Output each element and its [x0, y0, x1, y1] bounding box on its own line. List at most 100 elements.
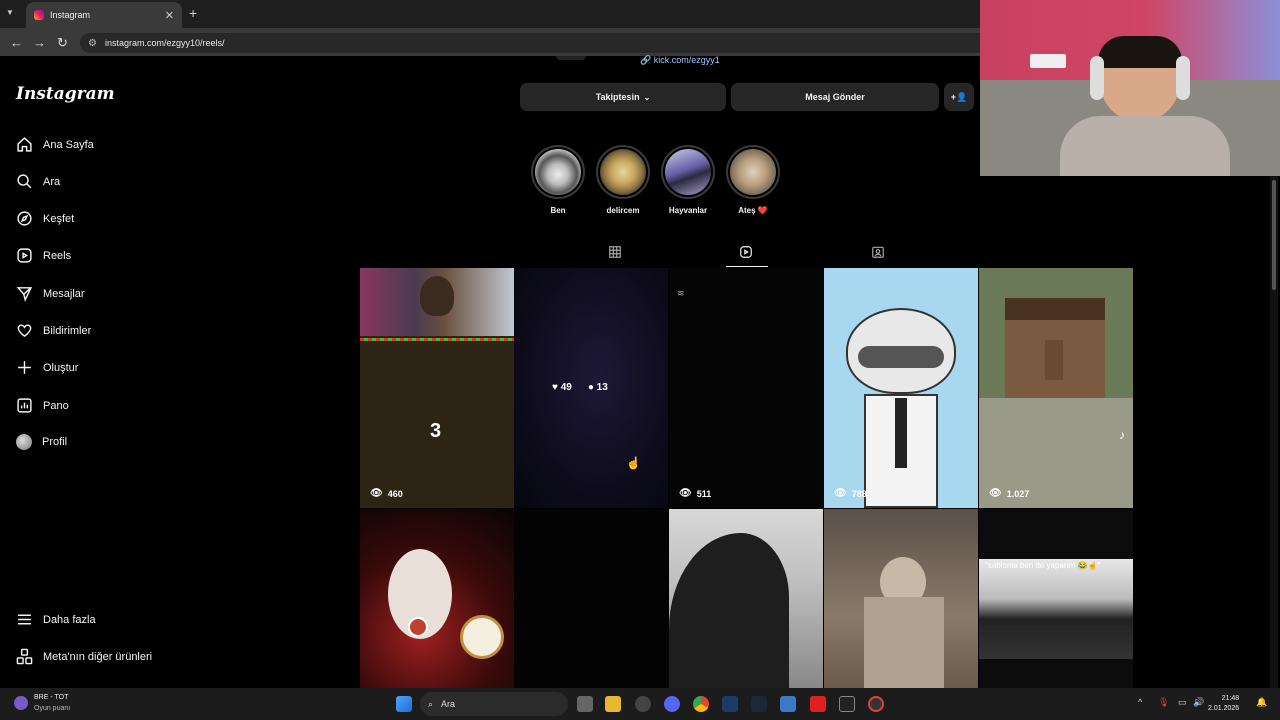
sidebar-item-home[interactable]: Ana Sayfa — [16, 136, 94, 153]
sidebar-item-meta-apps[interactable]: Meta'nın diğer ürünleri — [16, 648, 152, 665]
microphone-icon[interactable]: 🎙 — [1158, 697, 1169, 708]
villager-hair — [1005, 298, 1105, 320]
sidebar-item-reels[interactable]: Reels — [16, 247, 71, 264]
message-label: Mesaj Gönder — [805, 92, 865, 102]
widgets-button[interactable]: BRE - TOT Oyun puanı — [14, 692, 70, 714]
reel-tile[interactable] — [824, 509, 978, 688]
reel-views: 👁 788 — [834, 488, 867, 499]
profile-pic-edge — [556, 56, 586, 60]
notification-bell-icon[interactable]: 🔔 — [1256, 697, 1267, 708]
villager-nose — [1045, 340, 1063, 380]
app-red-icon[interactable] — [810, 696, 826, 712]
sidebar-item-profile[interactable]: Profil — [16, 434, 67, 450]
home-icon — [17, 137, 32, 152]
address-bar[interactable]: ⚙ instagram.com/ezgyy10/reels/ — [80, 33, 980, 53]
reel-tile[interactable]: 3 👁 460 — [360, 268, 514, 508]
tab-list-chevron-icon[interactable]: ▼ — [6, 8, 14, 17]
url-text: instagram.com/ezgyy10/reels/ — [104, 38, 225, 48]
suggest-user-button[interactable]: +👤 — [944, 83, 974, 111]
pocket-watch — [460, 615, 504, 659]
taskbar-search[interactable]: ⌕ Ara — [420, 692, 568, 716]
reel-overlay-text: 3 — [430, 420, 442, 442]
sidebar-item-label: Meta'nın diğer ürünleri — [43, 650, 153, 663]
file-explorer-icon[interactable] — [605, 696, 621, 712]
heart-icon — [17, 324, 32, 338]
tray-chevron-icon[interactable]: ^ — [1138, 697, 1142, 707]
discord-icon[interactable] — [664, 696, 680, 712]
comment-bubble-icon: ● — [587, 382, 594, 393]
steam-icon[interactable] — [751, 696, 767, 712]
highlight-ben[interactable] — [531, 145, 585, 199]
back-arrow-icon[interactable]: ← — [10, 35, 23, 50]
highlight-delircem[interactable] — [596, 145, 650, 199]
eye-icon: 👁 — [370, 488, 383, 499]
tab-reels[interactable] — [739, 245, 753, 262]
network-icon[interactable]: ▭ — [1178, 697, 1187, 708]
reel-tile[interactable] — [669, 509, 823, 688]
reel-tile-hovered[interactable]: ♥ 49 ● 13 ☝ — [514, 268, 668, 508]
sidebar-item-search[interactable]: Ara — [16, 173, 60, 190]
streamer-hair — [1098, 36, 1182, 68]
reel-tile[interactable]: "sablonla ben de yaparım 😂☝️" — [979, 509, 1133, 688]
sidebar-item-label: Keşfet — [43, 212, 75, 225]
highlight-hayvanlar[interactable] — [661, 145, 715, 199]
windows-start-icon[interactable] — [396, 696, 412, 712]
app-icon[interactable] — [722, 696, 738, 712]
sidebar-item-more[interactable]: Daha fazla — [16, 611, 96, 628]
task-view-icon[interactable] — [577, 696, 593, 712]
following-label: Takiptesin — [595, 92, 640, 102]
chrome-icon[interactable] — [693, 696, 709, 712]
tab-posts[interactable] — [608, 245, 622, 262]
close-tab-icon[interactable]: ✕ — [165, 9, 174, 22]
cat-highlight-image — [730, 149, 776, 195]
sidebar-item-label: Ana Sayfa — [43, 138, 94, 151]
sidebar-item-dashboard[interactable]: Pano — [16, 397, 69, 414]
browser-tab[interactable]: Instagram ✕ — [26, 2, 182, 28]
profile-link-text: kick.com/ezgyy1 — [653, 55, 720, 65]
sidebar-item-explore[interactable]: Keşfet — [16, 210, 74, 227]
reel-tile[interactable]: 👁 788 — [824, 268, 978, 508]
webcam-overlay — [980, 0, 1280, 176]
reel-views: 👁 1.027 — [989, 488, 1029, 499]
sidebar-item-label: Pano — [43, 399, 69, 412]
scrollbar-thumb[interactable] — [1272, 180, 1276, 290]
heart-icon: ♥ — [552, 382, 558, 393]
widget-subtitle: Oyun puanı — [34, 705, 71, 712]
sidebar-item-label: Bildirimler — [43, 324, 92, 337]
reload-icon[interactable]: ↻ — [57, 35, 68, 51]
reel-tile[interactable] — [514, 509, 668, 688]
grid-icon — [609, 246, 621, 258]
sidebar-item-messages[interactable]: Mesajlar — [16, 285, 85, 302]
sidebar-item-label: Profil — [42, 436, 68, 448]
reel-hover-stats: ♥ 49 ● 13 — [552, 382, 608, 393]
light-string — [360, 338, 514, 341]
reels-icon — [740, 246, 752, 258]
raccoon-tie — [895, 398, 907, 468]
view-count: 1.027 — [1006, 488, 1030, 499]
volume-icon[interactable]: 🔊 — [1193, 697, 1204, 708]
sidebar-item-notifications[interactable]: Bildirimler — [16, 322, 91, 339]
store-icon[interactable] — [780, 696, 796, 712]
reel-tile[interactable] — [360, 509, 514, 688]
obs-icon[interactable] — [868, 696, 884, 712]
following-button[interactable]: Takiptesin ⌄ — [520, 83, 726, 111]
tab-tagged[interactable] — [871, 245, 885, 262]
menu-icon — [18, 614, 31, 625]
reel-tile[interactable]: ♪ 👁 1.027 — [979, 268, 1133, 508]
highlight-ates[interactable] — [726, 145, 780, 199]
openai-icon[interactable] — [635, 696, 651, 712]
taskbar-clock[interactable]: 21:48 2.01.2026 — [1208, 694, 1239, 714]
site-settings-icon[interactable]: ⚙ — [88, 38, 97, 49]
forward-arrow-icon[interactable]: → — [33, 35, 46, 50]
instagram-logo[interactable]: Instagram — [16, 84, 115, 104]
sidebar-item-create[interactable]: Oluştur — [16, 359, 78, 376]
reel-tile[interactable]: ≋ 👁 511 — [669, 268, 823, 508]
taskbar-search-placeholder: Ara — [441, 699, 456, 709]
new-tab-plus-icon[interactable]: + — [189, 5, 197, 21]
clock-date: 2.01.2026 — [1208, 705, 1240, 712]
sidebar-item-label: Mesajlar — [43, 287, 85, 300]
profile-link[interactable]: 🔗 kick.com/ezgyy1 — [640, 55, 720, 66]
view-count: 460 — [387, 488, 403, 499]
message-button[interactable]: Mesaj Gönder — [731, 83, 939, 111]
app-dark-icon[interactable] — [839, 696, 855, 712]
